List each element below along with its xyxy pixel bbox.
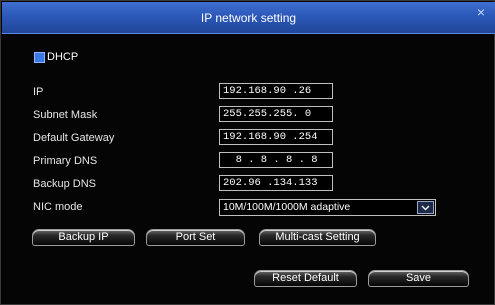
nic-mode-value: 10M/100M/1000M adaptive: [223, 201, 351, 213]
dialog-title: IP network setting: [200, 11, 297, 25]
default-gateway-label: Default Gateway: [33, 132, 115, 144]
nic-mode-select[interactable]: 10M/100M/1000M adaptive: [219, 199, 436, 216]
backup-ip-button[interactable]: Backup IP: [32, 229, 135, 246]
backup-dns-field[interactable]: 202.96 .134.133: [219, 175, 333, 191]
title-bar: IP network setting ×: [2, 2, 495, 34]
reset-default-button[interactable]: Reset Default: [254, 270, 357, 287]
port-set-button[interactable]: Port Set: [146, 229, 245, 246]
subnet-mask-field[interactable]: 255.255.255. 0: [219, 106, 333, 122]
primary-dns-label: Primary DNS: [33, 155, 98, 167]
dhcp-label: DHCP: [47, 51, 79, 63]
ip-label: IP: [33, 86, 44, 98]
dhcp-checkbox[interactable]: [34, 51, 45, 63]
dhcp-option[interactable]: DHCP: [34, 50, 78, 64]
close-icon[interactable]: ×: [474, 5, 488, 19]
chevron-down-icon[interactable]: [417, 201, 434, 214]
default-gateway-field[interactable]: 192.168.90 .254: [219, 129, 333, 145]
subnet-mask-label: Subnet Mask: [33, 109, 98, 121]
ip-network-setting-dialog: IP network setting × DHCP IP 192.168.90 …: [0, 0, 495, 305]
backup-dns-label: Backup DNS: [33, 178, 96, 190]
save-button[interactable]: Save: [368, 270, 469, 287]
primary-dns-field[interactable]: 8 . 8 . 8 . 8: [219, 152, 333, 168]
nic-mode-label: NIC mode: [33, 201, 83, 213]
ip-field[interactable]: 192.168.90 .26: [219, 83, 333, 99]
multicast-setting-button[interactable]: Multi-cast Setting: [259, 229, 376, 246]
